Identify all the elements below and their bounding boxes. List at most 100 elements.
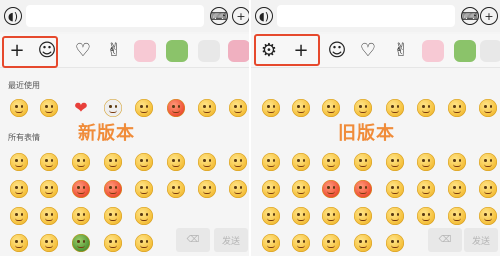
emoji[interactable] — [354, 207, 372, 225]
delete-button[interactable]: ⌫ — [428, 228, 462, 252]
emoji[interactable] — [167, 99, 185, 117]
emoji[interactable] — [104, 207, 122, 225]
emoji[interactable] — [10, 153, 28, 171]
emoji[interactable] — [167, 153, 185, 171]
sticker-pack-tab[interactable] — [480, 40, 500, 62]
emoji[interactable] — [386, 180, 404, 198]
emoji[interactable] — [72, 207, 90, 225]
sticker-pack-tab[interactable] — [134, 40, 156, 62]
emoji[interactable] — [72, 153, 90, 171]
favorites-tab[interactable]: ♡ — [72, 40, 94, 62]
emoji[interactable] — [262, 153, 280, 171]
emoji[interactable] — [386, 99, 404, 117]
emoji[interactable] — [40, 207, 58, 225]
keyboard-icon[interactable]: ⌨ — [210, 7, 228, 25]
emoji[interactable] — [229, 99, 247, 117]
add-more-button[interactable]: + — [480, 7, 498, 25]
emoji[interactable] — [104, 99, 122, 117]
emoji[interactable] — [479, 153, 497, 171]
sticker-pack-tab[interactable] — [166, 40, 188, 62]
emoji[interactable] — [198, 180, 216, 198]
emoji[interactable] — [479, 99, 497, 117]
emoji[interactable] — [135, 234, 153, 252]
emoji[interactable] — [417, 180, 435, 198]
message-input[interactable] — [26, 5, 204, 27]
message-input[interactable] — [277, 5, 455, 27]
emoji[interactable] — [386, 153, 404, 171]
emoji[interactable] — [10, 99, 28, 117]
delete-button[interactable]: ⌫ — [176, 228, 210, 252]
keyboard-icon[interactable]: ⌨ — [461, 7, 479, 25]
voice-icon[interactable]: ◖) — [255, 7, 273, 25]
emoji[interactable] — [448, 207, 466, 225]
emoji[interactable] — [292, 207, 310, 225]
gesture-tab[interactable]: ✌ — [103, 40, 125, 62]
emoji[interactable] — [198, 99, 216, 117]
emoji[interactable] — [354, 180, 372, 198]
emoji[interactable] — [292, 153, 310, 171]
emoji[interactable] — [417, 153, 435, 171]
heart-icon: ♡ — [359, 40, 377, 61]
emoji[interactable] — [292, 234, 310, 252]
emoji[interactable] — [417, 207, 435, 225]
sticker-pack-tab[interactable] — [198, 40, 220, 62]
emoji[interactable] — [354, 99, 372, 117]
emoji[interactable] — [354, 153, 372, 171]
emoji[interactable] — [322, 153, 340, 171]
favorites-tab[interactable]: ♡ — [357, 40, 379, 62]
emoji[interactable] — [322, 99, 340, 117]
emoji[interactable] — [322, 207, 340, 225]
emoji[interactable] — [262, 99, 280, 117]
new-version-panel: ◖) ⌨ + + ☺ ♡ ✌ 最近使用 ❤ 新版本 所有表情 ⌫ 发送 — [0, 0, 250, 256]
emoji[interactable] — [135, 153, 153, 171]
emoji[interactable] — [104, 153, 122, 171]
emoji[interactable] — [40, 153, 58, 171]
emoji[interactable] — [229, 153, 247, 171]
send-button[interactable]: 发送 — [464, 228, 498, 252]
sticker-pack-tab[interactable] — [422, 40, 444, 62]
add-more-button[interactable]: + — [232, 7, 250, 25]
emoji[interactable] — [262, 180, 280, 198]
emoji[interactable] — [386, 207, 404, 225]
sticker-pack-tab[interactable] — [228, 40, 250, 62]
emoji[interactable] — [10, 234, 28, 252]
emoji[interactable] — [322, 180, 340, 198]
emoji[interactable] — [135, 207, 153, 225]
emoji[interactable] — [262, 207, 280, 225]
voice-icon[interactable]: ◖) — [4, 7, 22, 25]
emoji[interactable] — [72, 234, 90, 252]
plus-glyph: + — [236, 9, 246, 23]
emoji[interactable] — [10, 207, 28, 225]
heart-emoji[interactable]: ❤ — [72, 99, 90, 117]
emoji[interactable] — [40, 99, 58, 117]
sticker-pack-tab[interactable] — [454, 40, 476, 62]
voice-glyph: ◖) — [258, 9, 270, 23]
smiley-icon: ☺ — [327, 40, 347, 61]
emoji[interactable] — [198, 153, 216, 171]
emoji[interactable] — [40, 180, 58, 198]
emoji-tab[interactable]: ☺ — [326, 40, 348, 62]
emoji[interactable] — [354, 234, 372, 252]
gesture-tab[interactable]: ✌ — [390, 40, 412, 62]
emoji[interactable] — [40, 234, 58, 252]
emoji[interactable] — [135, 180, 153, 198]
emoji[interactable] — [448, 153, 466, 171]
emoji[interactable] — [167, 180, 185, 198]
emoji[interactable] — [448, 180, 466, 198]
emoji[interactable] — [135, 99, 153, 117]
emoji[interactable] — [322, 234, 340, 252]
emoji[interactable] — [10, 180, 28, 198]
emoji[interactable] — [479, 180, 497, 198]
emoji[interactable] — [448, 99, 466, 117]
send-button[interactable]: 发送 — [214, 228, 248, 252]
emoji[interactable] — [386, 234, 404, 252]
emoji[interactable] — [292, 180, 310, 198]
emoji[interactable] — [417, 99, 435, 117]
emoji[interactable] — [262, 234, 280, 252]
emoji[interactable] — [479, 207, 497, 225]
emoji[interactable] — [104, 234, 122, 252]
emoji[interactable] — [229, 180, 247, 198]
emoji[interactable] — [72, 180, 90, 198]
emoji[interactable] — [104, 180, 122, 198]
emoji[interactable] — [292, 99, 310, 117]
